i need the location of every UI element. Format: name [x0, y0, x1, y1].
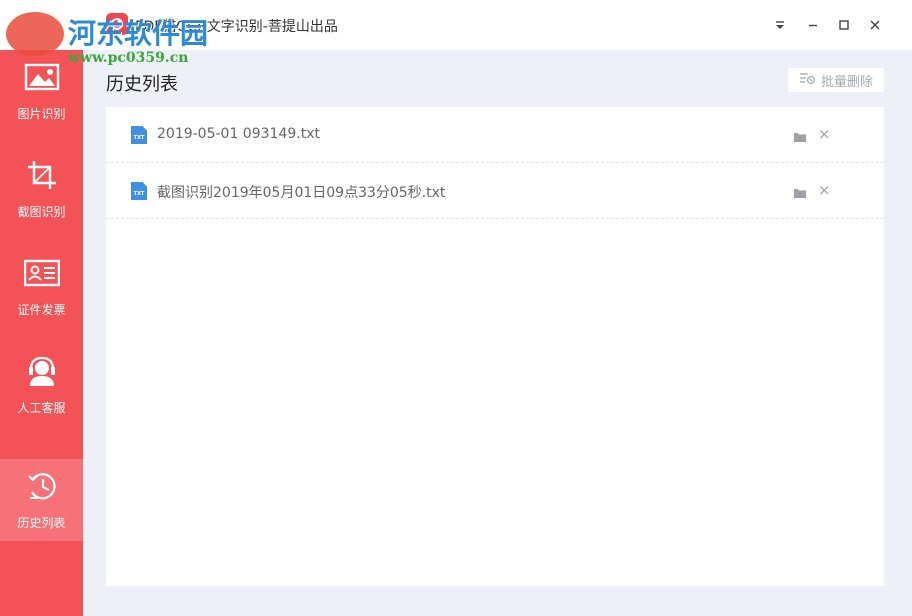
list-item[interactable]: TXT 2019-05-01 093149.txt × — [106, 107, 884, 163]
close-icon — [869, 16, 881, 35]
watermark: 河东软件园 www.pc0359.cn — [2, 4, 232, 70]
minimize-icon — [807, 16, 819, 35]
maximize-icon — [838, 16, 850, 35]
id-card-icon — [23, 257, 60, 293]
sidebar-item-id-invoice[interactable]: 证件发票 — [0, 246, 83, 328]
file-name[interactable]: 截图识别2019年05月01日09点33分05秒.txt — [157, 182, 445, 202]
history-icon — [24, 470, 60, 506]
sidebar-item-label: 截图识别 — [17, 204, 66, 219]
sidebar-item-label: 历史列表 — [17, 515, 66, 530]
batch-delete-button[interactable]: 批量删除 — [788, 68, 884, 92]
close-window-button[interactable] — [865, 15, 885, 35]
crop-icon — [24, 159, 60, 195]
sidebar-item-label: 人工客服 — [17, 400, 66, 415]
file-name[interactable]: 2019-05-01 093149.txt — [157, 126, 320, 142]
batch-delete-icon — [799, 71, 821, 89]
open-folder-icon[interactable] — [793, 128, 807, 147]
menu-dropdown-button[interactable] — [770, 15, 790, 35]
maximize-button[interactable] — [834, 15, 854, 35]
watermark-name: 河东软件园 — [68, 17, 209, 50]
sidebar-item-label: 证件发票 — [17, 302, 66, 317]
list-item[interactable]: TXT 截图识别2019年05月01日09点33分05秒.txt × — [106, 163, 884, 219]
sidebar-item-screenshot-recognition[interactable]: 截图识别 — [0, 148, 83, 230]
delete-item-icon[interactable]: × — [818, 181, 831, 199]
sidebar-item-history[interactable]: 历史列表 — [0, 459, 83, 541]
app-window: PDF猫OCR文字识别-菩提山出品 图片识别 截图识别 证件发票 人工客服 历史… — [0, 0, 912, 616]
sidebar-item-customer-service[interactable]: 人工客服 — [0, 344, 83, 426]
batch-delete-label: 批量删除 — [820, 74, 873, 90]
open-folder-icon[interactable] — [793, 184, 807, 203]
minimize-button[interactable] — [803, 15, 823, 35]
watermark-logo-icon — [6, 12, 64, 56]
sidebar: 图片识别 截图识别 证件发票 人工客服 历史列表 — [0, 50, 83, 616]
txt-file-icon: TXT — [131, 126, 147, 144]
txt-file-icon: TXT — [131, 182, 147, 200]
watermark-url: www.pc0359.cn — [68, 50, 189, 66]
page-title: 历史列表 — [106, 74, 178, 95]
delete-item-icon[interactable]: × — [818, 125, 831, 143]
customer-service-icon — [24, 355, 60, 391]
history-list: TXT 2019-05-01 093149.txt × TXT 截图识别2019… — [106, 107, 884, 586]
sidebar-item-label: 图片识别 — [17, 106, 66, 121]
menu-dropdown-icon — [774, 16, 786, 35]
